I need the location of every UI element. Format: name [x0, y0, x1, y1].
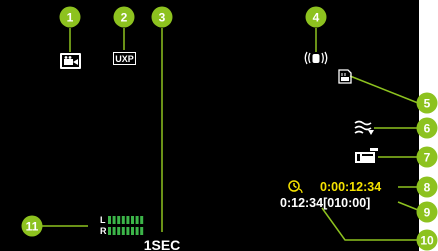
level-segment: [121, 227, 125, 235]
level-segment: [131, 227, 134, 235]
diagram-canvas: 1 2 3 4 5 6 7 8 9 10 11 UXP 1SEC 0:00:12…: [21, 6, 438, 251]
level-segment: [135, 227, 139, 235]
remaining-time: 0:12:34[010:00]: [280, 196, 370, 210]
interval-label: 1SEC: [144, 237, 181, 251]
callout-number: 9: [424, 206, 431, 220]
wind-cut-icon: [354, 120, 374, 135]
callout-2: 2: [113, 6, 135, 28]
leader-line-9: [397, 201, 419, 211]
callout-5: 5: [416, 92, 438, 114]
leader-line-10: [321, 207, 418, 241]
interval-timer-icon: [288, 180, 303, 194]
callout-number: 7: [424, 151, 431, 165]
callout-10: 10: [416, 229, 438, 251]
level-segment: [131, 216, 134, 224]
callout-number: 3: [159, 11, 166, 25]
hand-shake-stabilizer-icon: [304, 51, 328, 65]
level-bars-right: [108, 227, 144, 235]
level-segment: [135, 216, 139, 224]
callout-9: 9: [416, 201, 438, 223]
callout-number: 6: [424, 122, 431, 136]
callout-3: 3: [151, 6, 173, 28]
level-segment: [112, 227, 116, 235]
level-segment: [126, 216, 130, 224]
callout-number: 2: [121, 11, 128, 25]
sd-card-media-icon: [338, 69, 352, 84]
callout-number: 4: [313, 11, 320, 25]
quality-label: UXP: [115, 54, 134, 64]
callout-number: 11: [26, 220, 39, 234]
callout-6: 6: [416, 117, 438, 139]
callout-number: 8: [424, 181, 431, 195]
callout-number: 10: [420, 234, 434, 248]
callout-8: 8: [416, 176, 438, 198]
level-left-label: L: [100, 215, 106, 225]
level-segment: [117, 227, 121, 235]
leader-line-5: [349, 75, 419, 104]
level-segment: [121, 216, 125, 224]
zoom-mic-icon: [355, 148, 378, 163]
uxp-quality-icon: UXP: [113, 52, 136, 65]
level-segment: [140, 227, 144, 235]
callout-1: 1: [59, 6, 81, 28]
level-segment: [140, 216, 144, 224]
callout-number: 5: [424, 97, 431, 111]
level-segment: [126, 227, 130, 235]
callout-number: 1: [67, 11, 74, 25]
time-counter: 0:00:12:34: [320, 180, 381, 194]
callout-7: 7: [416, 146, 438, 168]
level-segment: [112, 216, 116, 224]
audio-level-meter: L R: [100, 215, 144, 236]
level-segment: [117, 216, 121, 224]
callout-4: 4: [305, 6, 327, 28]
level-bars-left: [108, 216, 144, 224]
level-right-label: R: [100, 226, 107, 236]
video-camera-mode-icon: [60, 53, 81, 69]
level-segment: [108, 216, 111, 224]
level-segment: [108, 227, 111, 235]
callout-11: 11: [21, 215, 43, 237]
